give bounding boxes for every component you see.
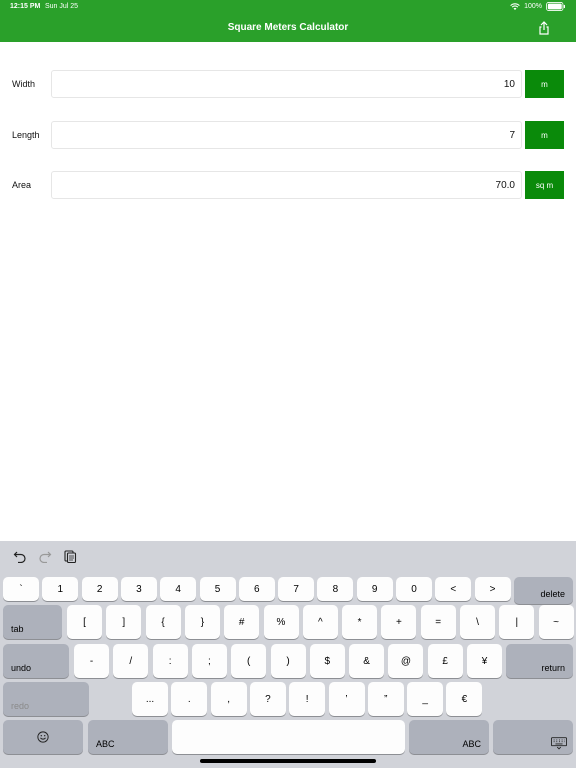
symbol-key[interactable]: ? bbox=[249, 682, 286, 716]
area-input[interactable] bbox=[51, 171, 522, 199]
symbol-key[interactable]: 6 bbox=[238, 577, 275, 601]
battery-percent: 100% bbox=[524, 3, 542, 10]
symbol-key[interactable]: / bbox=[113, 644, 149, 678]
home-indicator bbox=[200, 759, 376, 763]
share-icon bbox=[536, 20, 552, 36]
app-header: 12:15 PM Sun Jul 25 100% Square Meters C… bbox=[0, 0, 576, 42]
symbol-key[interactable]: + bbox=[381, 605, 417, 639]
symbol-key[interactable]: $ bbox=[309, 644, 345, 678]
dismiss-keyboard-key[interactable] bbox=[493, 720, 573, 754]
symbol-key[interactable]: } bbox=[184, 605, 220, 639]
symbol-key[interactable]: { bbox=[145, 605, 181, 639]
width-label: Width bbox=[12, 79, 36, 89]
emoji-icon bbox=[37, 731, 49, 743]
status-date: Sun Jul 25 bbox=[45, 3, 79, 10]
symbol-key[interactable]: ~ bbox=[538, 605, 574, 639]
length-row: Length m bbox=[0, 121, 576, 151]
symbol-key[interactable]: £ bbox=[427, 644, 463, 678]
redo-key[interactable]: redo bbox=[3, 682, 89, 716]
symbol-key[interactable]: € bbox=[446, 682, 483, 716]
symbol-key[interactable]: . bbox=[171, 682, 208, 716]
symbol-key[interactable]: 7 bbox=[278, 577, 315, 601]
length-unit-button[interactable]: m bbox=[525, 121, 564, 149]
symbol-key[interactable]: _ bbox=[407, 682, 444, 716]
symbol-key[interactable]: 8 bbox=[317, 577, 354, 601]
length-label: Length bbox=[12, 130, 40, 140]
symbol-key[interactable]: 5 bbox=[199, 577, 236, 601]
symbol-key[interactable]: ` bbox=[3, 577, 39, 601]
symbol-key[interactable]: 9 bbox=[356, 577, 393, 601]
area-unit-button[interactable]: sq m bbox=[525, 171, 564, 199]
redo-icon[interactable] bbox=[38, 549, 52, 563]
symbol-key[interactable]: = bbox=[420, 605, 456, 639]
abc-key-left[interactable]: ABC bbox=[88, 720, 168, 754]
symbol-key[interactable]: : bbox=[152, 644, 188, 678]
length-input[interactable] bbox=[51, 121, 522, 149]
symbol-key[interactable]: ... bbox=[132, 682, 168, 716]
symbol-key[interactable]: # bbox=[224, 605, 260, 639]
symbol-key[interactable]: ! bbox=[289, 682, 326, 716]
symbol-key[interactable]: > bbox=[474, 577, 511, 601]
symbol-key[interactable]: & bbox=[349, 644, 385, 678]
area-label: Area bbox=[12, 180, 32, 190]
symbol-key[interactable]: ” bbox=[367, 682, 404, 716]
return-key[interactable]: return bbox=[506, 644, 573, 678]
symbol-key[interactable]: ; bbox=[191, 644, 227, 678]
width-unit-button[interactable]: m bbox=[525, 70, 564, 98]
width-input[interactable] bbox=[51, 70, 522, 98]
symbol-key[interactable]: % bbox=[263, 605, 299, 639]
symbol-key[interactable]: , bbox=[210, 682, 247, 716]
share-button[interactable] bbox=[536, 20, 552, 36]
symbol-key[interactable]: ) bbox=[270, 644, 306, 678]
symbol-key[interactable]: < bbox=[435, 577, 472, 601]
width-row: Width m bbox=[0, 70, 576, 100]
undo-icon[interactable] bbox=[13, 549, 27, 563]
symbol-key[interactable]: 4 bbox=[160, 577, 197, 601]
symbol-key[interactable]: ] bbox=[106, 605, 142, 639]
symbol-key[interactable]: 2 bbox=[81, 577, 118, 601]
symbol-key[interactable]: 1 bbox=[42, 577, 79, 601]
symbol-key[interactable]: | bbox=[499, 605, 535, 639]
symbol-key[interactable]: \ bbox=[460, 605, 495, 639]
symbol-key[interactable]: [ bbox=[67, 605, 102, 639]
space-key[interactable] bbox=[172, 720, 405, 754]
delete-key[interactable]: delete bbox=[514, 577, 573, 604]
keyboard-toolbar bbox=[0, 541, 576, 573]
area-row: Area sq m bbox=[0, 171, 576, 201]
symbol-key[interactable]: * bbox=[342, 605, 378, 639]
app-title: Square Meters Calculator bbox=[227, 22, 349, 33]
symbol-key[interactable]: ^ bbox=[302, 605, 338, 639]
status-time: 12:15 PM bbox=[10, 3, 41, 10]
symbol-key[interactable]: 0 bbox=[396, 577, 432, 601]
battery-icon bbox=[546, 2, 566, 11]
symbol-key[interactable]: ¥ bbox=[467, 644, 502, 678]
symbol-key[interactable]: ’ bbox=[328, 682, 365, 716]
symbol-key[interactable]: 3 bbox=[120, 577, 157, 601]
paste-icon[interactable] bbox=[63, 549, 77, 563]
symbol-key[interactable]: ( bbox=[231, 644, 267, 678]
wifi-icon bbox=[510, 2, 520, 11]
abc-key-right[interactable]: ABC bbox=[409, 720, 489, 754]
symbol-key[interactable]: @ bbox=[388, 644, 424, 678]
status-indicators: 100% bbox=[510, 2, 566, 11]
keyboard: ` 1 2 3 4 5 6 7 8 9 0 < > delete tab []{} #% ^ * + = \ | ~ u… bbox=[0, 541, 576, 768]
keyboard-dismiss-icon bbox=[551, 737, 567, 750]
tab-key[interactable]: tab bbox=[3, 605, 62, 639]
undo-key[interactable]: undo bbox=[3, 644, 69, 678]
symbol-key[interactable]: - bbox=[74, 644, 109, 678]
emoji-key[interactable] bbox=[3, 720, 83, 754]
